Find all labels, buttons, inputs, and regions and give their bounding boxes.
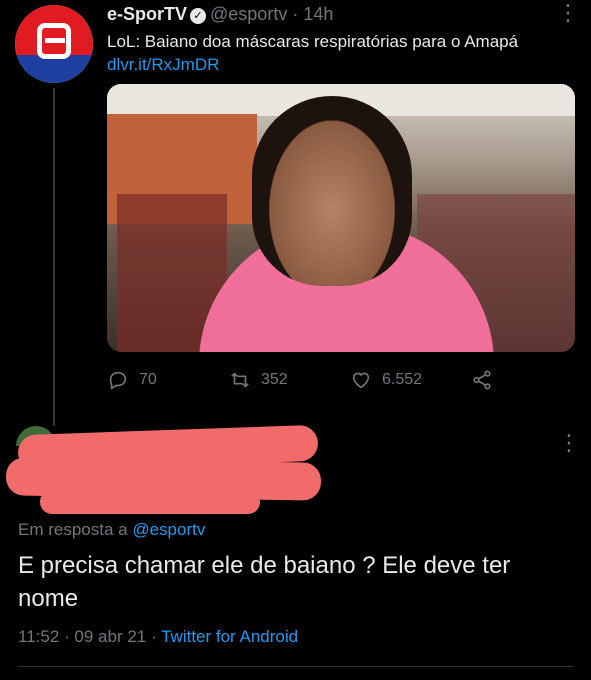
author-handle[interactable]: @esportv xyxy=(210,4,287,24)
reply-time: 11:52 xyxy=(18,627,60,646)
retweet-button[interactable]: 352 xyxy=(229,369,288,391)
tweet-header: e-SporTV ✓ @esportv · 14h xyxy=(107,4,333,25)
photo-person-head xyxy=(252,96,412,286)
tweet-photo[interactable] xyxy=(107,84,575,352)
reply-context: Em resposta a @esportv xyxy=(18,520,205,540)
retweet-icon xyxy=(231,372,249,388)
thread-connector xyxy=(53,88,55,426)
reply-to-handle[interactable]: @esportv xyxy=(132,520,205,539)
reply-source[interactable]: Twitter for Android xyxy=(161,627,298,646)
reply-meta: 11:52 · 09 abr 21 · Twitter for Android xyxy=(18,627,298,647)
redaction-scribble xyxy=(0,420,330,518)
reply-count: 70 xyxy=(139,371,157,388)
reply-prefix: Em resposta a xyxy=(18,520,128,539)
redaction-stroke xyxy=(40,490,260,514)
meta-separator: · xyxy=(64,627,70,646)
heart-icon xyxy=(352,372,370,389)
tweet-body: LoL: Baiano doa máscaras respiratórias p… xyxy=(107,32,519,51)
reply-date: 09 abr 21 xyxy=(74,627,147,646)
share-icon xyxy=(473,370,491,390)
tweet-text: LoL: Baiano doa máscaras respiratórias p… xyxy=(107,30,577,76)
share-button[interactable] xyxy=(471,369,493,391)
reply-button[interactable]: 70 xyxy=(107,369,157,391)
more-vertical-icon[interactable]: ⋮ xyxy=(557,2,579,24)
header-separator: · xyxy=(292,4,299,24)
like-count: 6.552 xyxy=(382,371,423,388)
retweet-count: 352 xyxy=(261,371,288,388)
like-button[interactable]: 6.552 xyxy=(350,369,422,391)
tweet-link[interactable]: dlvr.it/RxJmDR xyxy=(107,53,577,76)
avatar-blue-band xyxy=(15,55,93,83)
tweet-actions: 70 352 6.552 xyxy=(107,369,507,393)
reply-more-vertical-icon[interactable]: ⋮ xyxy=(558,432,580,454)
tweet-time[interactable]: 14h xyxy=(303,4,333,24)
meta-separator: · xyxy=(151,627,157,646)
verified-icon: ✓ xyxy=(190,8,207,24)
esportv-logo xyxy=(37,23,71,59)
author-name[interactable]: e-SporTV xyxy=(107,4,187,24)
reply-text: E precisa chamar ele de baiano ? Ele dev… xyxy=(18,552,511,612)
avatar[interactable] xyxy=(15,5,93,83)
reply-icon xyxy=(109,371,127,390)
divider xyxy=(18,666,573,667)
